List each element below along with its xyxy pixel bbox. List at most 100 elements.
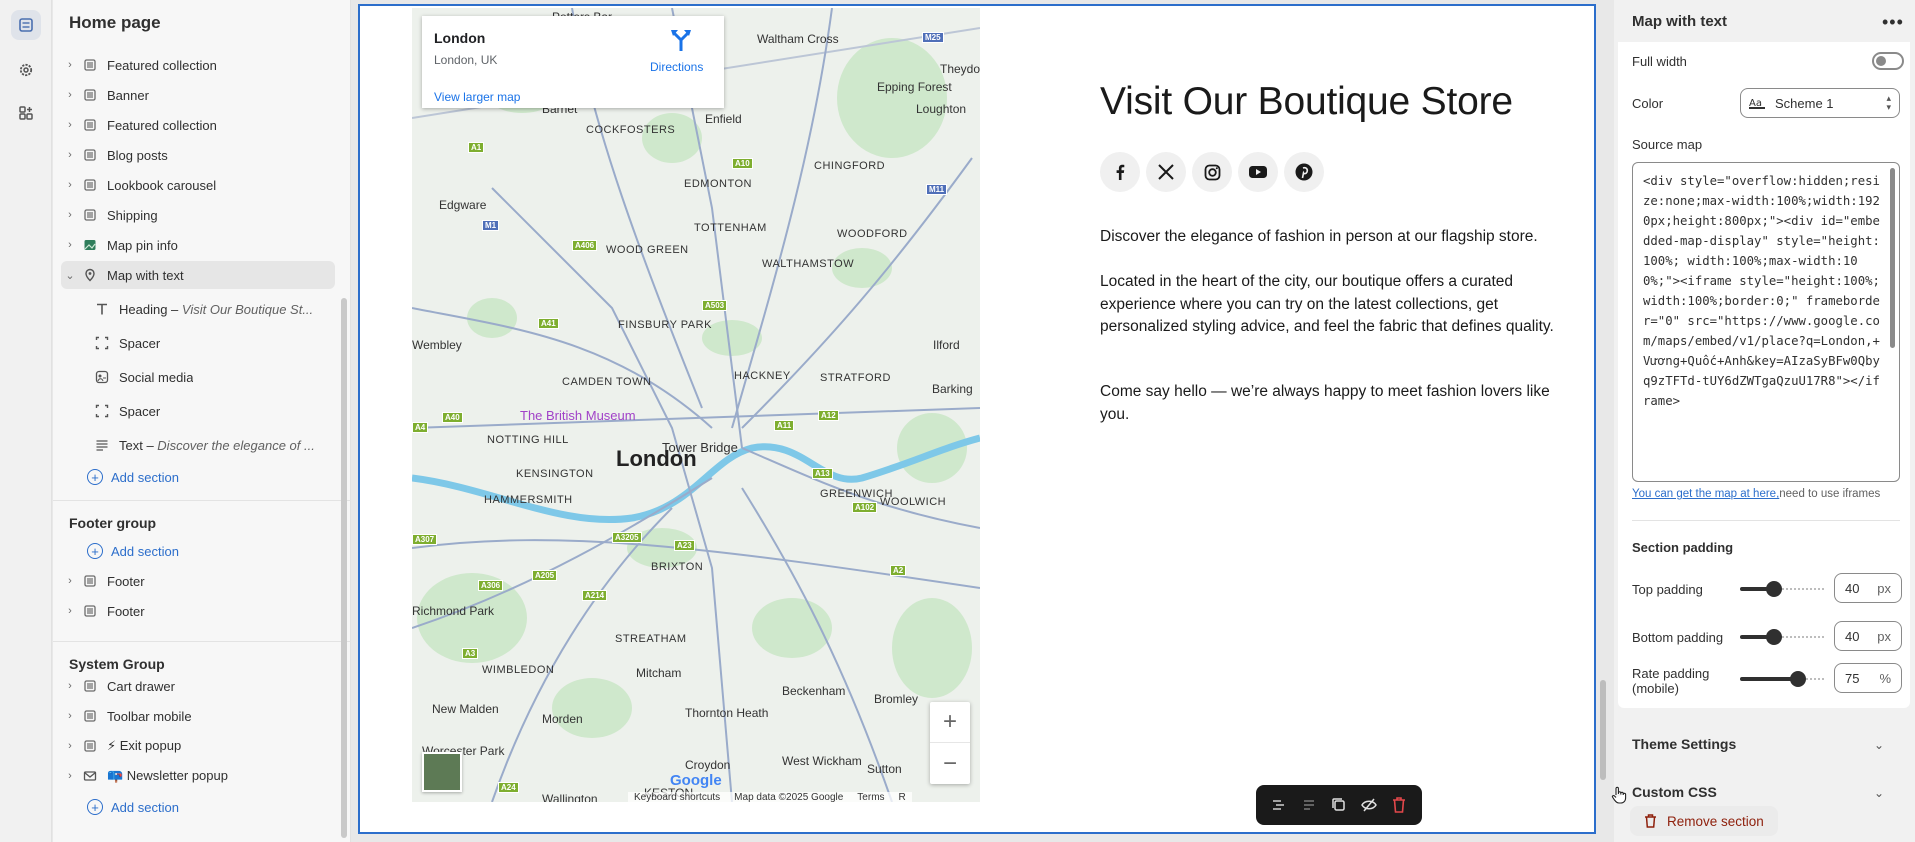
spacer-icon (91, 336, 113, 350)
rate-padding-slider[interactable] (1740, 671, 1824, 687)
sidebar-item-featured-collection[interactable]: › Featured collection (61, 51, 335, 79)
sidebar-item-footer[interactable]: › Footer (61, 567, 335, 595)
store-preview: Potters BarWaltham CrossEpping ForestLou… (358, 4, 1596, 834)
move-down-icon[interactable] (1298, 794, 1320, 816)
custom-css-toggle[interactable]: Custom CSS (1632, 784, 1717, 798)
facebook-icon[interactable] (1100, 152, 1140, 192)
rate-padding-input[interactable]: 75% (1834, 663, 1902, 693)
road-shield: A24 (498, 782, 519, 793)
directions-link[interactable]: Directions (650, 60, 703, 74)
chevron-down-icon[interactable]: ⌄ (1874, 786, 1884, 798)
map-area-label: Ilford (933, 338, 960, 352)
keyboard-shortcuts-link[interactable]: Keyboard shortcuts (634, 792, 720, 802)
pinterest-icon[interactable] (1284, 152, 1324, 192)
sidebar-item-exit-popup[interactable]: › ⚡ Exit popup (61, 732, 335, 760)
top-padding-input[interactable]: 40 px (1834, 573, 1902, 603)
chevron-right-icon[interactable]: › (61, 770, 79, 782)
sidebar-item-newsletter-popup[interactable]: › 📪 Newsletter popup (61, 762, 335, 790)
section-icon (79, 178, 101, 192)
add-section-button[interactable]: + Add section (87, 539, 179, 563)
embedded-map[interactable]: Potters BarWaltham CrossEpping ForestLou… (412, 8, 980, 802)
top-padding-slider[interactable] (1740, 581, 1824, 597)
preview-scrollbar[interactable] (1600, 680, 1606, 780)
chevron-right-icon[interactable]: › (61, 59, 79, 71)
settings-gear-icon[interactable] (11, 55, 41, 85)
block-item-spacer[interactable]: Spacer (91, 397, 335, 425)
sidebar-item-label: Footer (107, 573, 145, 589)
chevron-right-icon[interactable]: › (61, 179, 79, 191)
poi-british-museum[interactable]: The British Museum (520, 408, 636, 423)
sidebar-item-featured-collection[interactable]: › Featured collection (61, 111, 335, 139)
road-shield: M11 (926, 184, 948, 195)
report-link[interactable]: R (899, 792, 906, 802)
section-settings-card: Full width Color Aa Scheme 1 ▴ ▾ Source m… (1618, 42, 1910, 708)
chevron-down-icon[interactable]: ⌄ (1874, 738, 1884, 752)
move-up-icon[interactable] (1268, 794, 1290, 816)
chevron-down-icon[interactable]: ⌄ (61, 269, 79, 282)
chevron-right-icon[interactable]: › (61, 89, 79, 101)
hide-icon[interactable] (1358, 794, 1380, 816)
block-item-heading[interactable]: Heading – Visit Our Boutique St... (91, 295, 335, 323)
sidebar-item-lookbook-carousel[interactable]: › Lookbook carousel (61, 171, 335, 199)
map-area-label: EDMONTON (684, 178, 752, 190)
apps-icon[interactable] (11, 98, 41, 128)
add-section-button[interactable]: + Add section (87, 795, 179, 819)
sidebar-item-map-pin-info[interactable]: › Map pin info (61, 231, 335, 259)
sidebar-item-toolbar-mobile[interactable]: › Toolbar mobile (61, 702, 335, 730)
chevron-right-icon[interactable]: › (61, 119, 79, 131)
satellite-toggle[interactable] (422, 752, 462, 792)
delete-icon[interactable] (1388, 794, 1410, 816)
block-item-social-media[interactable]: Social media (91, 363, 335, 391)
road-shield: A102 (852, 502, 878, 513)
theme-settings-toggle[interactable]: Theme Settings (1632, 736, 1736, 752)
duplicate-icon[interactable] (1328, 794, 1350, 816)
full-width-toggle[interactable] (1872, 52, 1904, 70)
chevron-right-icon[interactable]: › (61, 239, 79, 251)
remove-section-button[interactable]: Remove section (1630, 806, 1778, 836)
section-icon (79, 118, 101, 132)
chevron-right-icon[interactable]: › (61, 605, 79, 617)
sidebar-item-footer[interactable]: › Footer (61, 597, 335, 625)
block-item-text[interactable]: Text – Discover the elegance of ... (91, 431, 335, 459)
source-map-textarea[interactable]: <div style="overflow:hidden;resize:none;… (1632, 162, 1900, 482)
sidebar-item-cart-drawer[interactable]: › Cart drawer (61, 672, 335, 700)
view-larger-map-link[interactable]: View larger map (434, 90, 520, 104)
more-options-icon[interactable]: ••• (1882, 12, 1904, 33)
get-map-link[interactable]: You can get the map at here, (1632, 488, 1779, 500)
section-icon (79, 739, 101, 753)
sections-sidebar: Home page › Featured collection › Banner › Fe… (53, 0, 351, 842)
sidebar-item-shipping[interactable]: › Shipping (61, 201, 335, 229)
app-rail (0, 0, 52, 842)
map-area-label: West Wickham (782, 754, 862, 768)
chevron-right-icon[interactable]: › (61, 680, 79, 692)
chevron-right-icon[interactable]: › (61, 209, 79, 221)
x-icon[interactable] (1146, 152, 1186, 192)
bottom-padding-input[interactable]: 40 px (1834, 621, 1902, 651)
add-section-button[interactable]: + Add section (87, 465, 179, 489)
road-shield: A23 (674, 540, 695, 551)
map-zoom-controls: + − (930, 702, 970, 784)
chevron-right-icon[interactable]: › (61, 710, 79, 722)
sidebar-item-blog-posts[interactable]: › Blog posts (61, 141, 335, 169)
map-area-label: Barking (932, 382, 973, 396)
color-scheme-select[interactable]: Aa Scheme 1 ▴ ▾ (1740, 88, 1900, 118)
block-item-spacer[interactable]: Spacer (91, 329, 335, 357)
road-shield: M1 (482, 220, 500, 231)
chevron-right-icon[interactable]: › (61, 149, 79, 161)
textarea-scrollbar[interactable] (1890, 168, 1895, 348)
zoom-out-button[interactable]: − (930, 743, 970, 784)
sections-icon[interactable] (11, 10, 41, 40)
terms-link[interactable]: Terms (857, 792, 884, 802)
sidebar-item-banner[interactable]: › Banner (61, 81, 335, 109)
sidebar-scrollbar[interactable] (341, 298, 347, 838)
map-area-label: Loughton (916, 102, 967, 116)
instagram-icon[interactable] (1192, 152, 1232, 192)
road-shield: A214 (582, 590, 608, 601)
zoom-in-button[interactable]: + (930, 702, 970, 743)
sidebar-item-map-with-text[interactable]: ⌄ Map with text (61, 261, 335, 289)
youtube-icon[interactable] (1238, 152, 1278, 192)
chevron-right-icon[interactable]: › (61, 575, 79, 587)
block-label: Text – Discover the elegance of ... (119, 437, 315, 453)
bottom-padding-slider[interactable] (1740, 629, 1824, 645)
chevron-right-icon[interactable]: › (61, 740, 79, 752)
